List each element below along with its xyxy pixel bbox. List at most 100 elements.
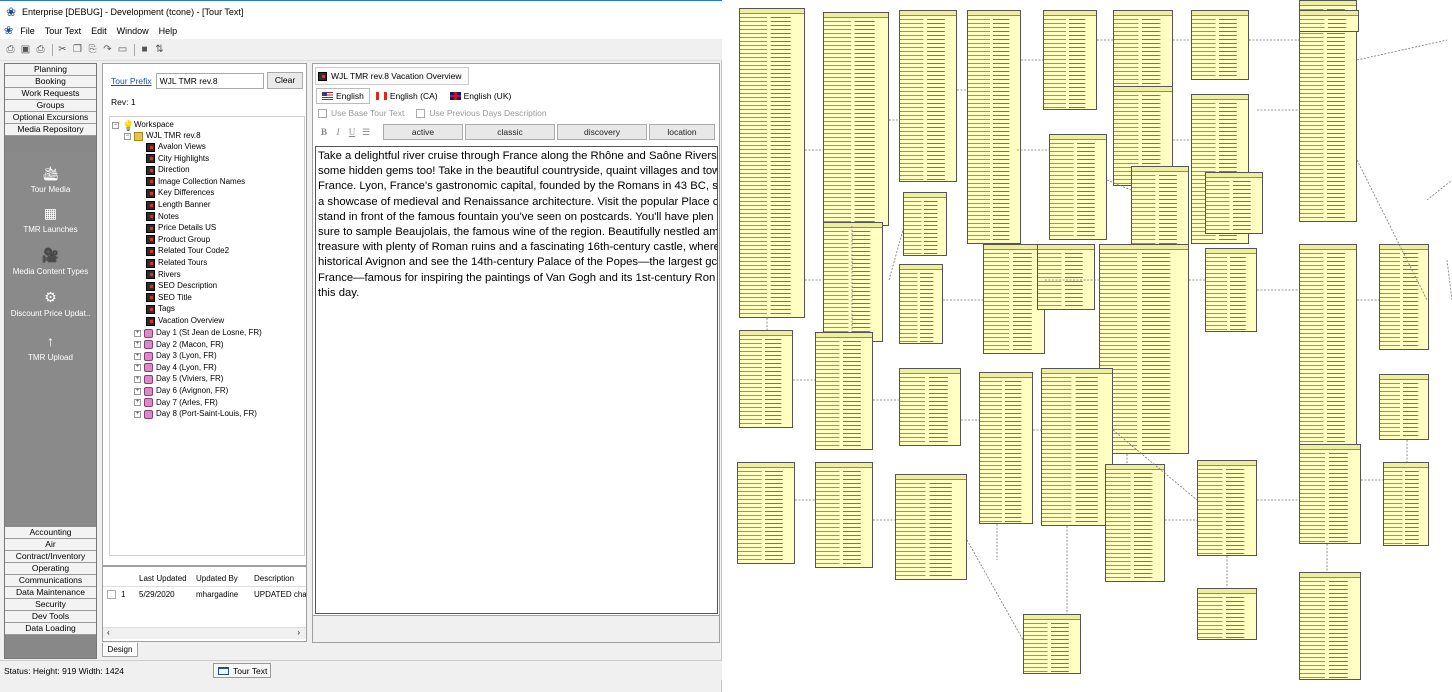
tool-tmr-upload[interactable]: ↑ TMR Upload xyxy=(5,332,96,362)
scroll-right-icon[interactable]: › xyxy=(297,628,300,637)
nav-media-repository[interactable]: Media Repository xyxy=(5,124,96,136)
tree-item[interactable]: Related Tours xyxy=(146,257,207,269)
expand-icon[interactable]: + xyxy=(134,399,141,407)
tab-design[interactable]: Design xyxy=(102,643,138,657)
row-checkbox[interactable] xyxy=(107,590,120,600)
document-icon xyxy=(146,235,155,245)
tab-english[interactable]: English xyxy=(316,88,370,104)
nav-work-requests[interactable]: Work Requests xyxy=(5,88,96,100)
expand-icon[interactable]: + xyxy=(134,410,141,418)
tree-item[interactable]: Vacation Overview xyxy=(146,315,224,327)
print-icon[interactable]: ⎙ xyxy=(34,43,47,56)
nav-air[interactable]: Air xyxy=(5,539,96,551)
bullet-list-icon[interactable]: ☰ xyxy=(359,127,373,138)
document-tab[interactable]: WJL TMR rev.8 Vacation Overview xyxy=(315,67,469,85)
use-base-tour-text-checkbox[interactable]: Use Base Tour Text xyxy=(318,108,404,119)
tree-item[interactable]: Direction xyxy=(146,164,190,176)
nav-planning[interactable]: Planning xyxy=(5,64,96,76)
tour-prefix-link[interactable]: Tour Prefix xyxy=(111,76,152,86)
bold-icon[interactable]: B xyxy=(317,127,331,137)
tree-day-item[interactable]: + Day 2 (Macon, FR) xyxy=(134,339,224,351)
col-updated-by[interactable]: Updated By xyxy=(196,574,238,583)
task-tour-text-button[interactable]: Tour Text xyxy=(213,663,271,678)
copy-icon[interactable]: ❐ xyxy=(71,43,84,56)
printer-icon[interactable]: ⎙ xyxy=(4,43,17,56)
clear-button[interactable]: Clear xyxy=(267,72,303,89)
nav-operating[interactable]: Operating xyxy=(5,563,96,575)
nav-groups[interactable]: Groups xyxy=(5,100,96,112)
style-classic-button[interactable]: classic xyxy=(465,124,555,140)
menu-edit[interactable]: Edit xyxy=(86,26,112,36)
tree-day-item[interactable]: + Day 8 (Port-Saint-Louis, FR) xyxy=(134,408,257,420)
tree-item[interactable]: SEO Title xyxy=(146,292,192,304)
expand-icon[interactable]: + xyxy=(134,364,141,372)
tool-media-content-types[interactable]: 🎥 Media Content Types xyxy=(5,246,96,276)
tree-item[interactable]: Related Tour Code2 xyxy=(146,245,229,257)
menu-window[interactable]: Window xyxy=(112,26,154,36)
tree-label: Direction xyxy=(158,165,190,175)
menu-help[interactable]: Help xyxy=(154,26,183,36)
tree-day-item[interactable]: + Day 6 (Avignon, FR) xyxy=(134,385,228,397)
paste-icon[interactable]: ⎘ xyxy=(86,43,99,56)
tab-english-uk[interactable]: English (UK) xyxy=(444,88,518,104)
style-active-button[interactable]: active xyxy=(383,124,463,140)
tree-item[interactable]: Image Collection Names xyxy=(146,176,245,188)
redo-icon[interactable]: ↷ xyxy=(101,43,114,56)
menu-tour-text[interactable]: Tour Text xyxy=(40,26,86,36)
tool-tmr-launches[interactable]: ▦ TMR Launches xyxy=(5,204,96,234)
tree-item[interactable]: Price Details US xyxy=(146,222,216,234)
use-previous-days-checkbox[interactable]: Use Previous Days Description xyxy=(416,108,547,119)
tree-day-item[interactable]: + Day 5 (Viviers, FR) xyxy=(134,373,223,385)
underline-icon[interactable]: U xyxy=(345,127,359,137)
collapse-icon[interactable]: − xyxy=(112,121,119,129)
cut-icon[interactable]: ✂ xyxy=(56,43,69,56)
tool-discount-price-update[interactable]: ⚙ Discount Price Updat.. xyxy=(5,288,96,318)
tree-item[interactable]: Product Group xyxy=(146,234,210,246)
tool-tour-media[interactable]: 🛳 Tour Media xyxy=(5,164,96,194)
expand-icon[interactable]: + xyxy=(134,329,141,337)
tree-day-item[interactable]: + Day 4 (Lyon, FR) xyxy=(134,362,217,374)
tree-day-item[interactable]: + Day 3 (Lyon, FR) xyxy=(134,350,217,362)
scroll-left-icon[interactable]: ‹ xyxy=(107,628,110,637)
nav-security[interactable]: Security xyxy=(5,599,96,611)
expand-icon[interactable]: + xyxy=(134,341,141,349)
tree-item[interactable]: Length Banner xyxy=(146,199,211,211)
nav-dev-tools[interactable]: Dev Tools xyxy=(5,611,96,623)
horizontal-scrollbar[interactable]: ‹ › xyxy=(103,627,306,639)
screen-icon[interactable]: ▭ xyxy=(116,43,129,56)
italic-icon[interactable]: I xyxy=(331,127,345,137)
tree-day-item[interactable]: + Day 1 (St Jean de Losne, FR) xyxy=(134,327,262,339)
nav-accounting[interactable]: Accounting xyxy=(5,527,96,539)
style-location-button[interactable]: location xyxy=(649,124,715,140)
tree-item[interactable]: Tags xyxy=(146,303,175,315)
nav-data-loading[interactable]: Data Loading xyxy=(5,623,96,635)
collapse-icon[interactable]: − xyxy=(124,132,131,140)
nav-booking[interactable]: Booking xyxy=(5,76,96,88)
nav-optional-excursions[interactable]: Optional Excursions xyxy=(5,112,96,124)
tab-english-ca[interactable]: English (CA) xyxy=(370,88,444,104)
expand-icon[interactable]: + xyxy=(134,375,141,383)
sort-icon[interactable]: ⇅ xyxy=(153,43,166,56)
tree-day-item[interactable]: + Day 7 (Arles, FR) xyxy=(134,397,218,409)
folder-icon xyxy=(134,131,143,141)
nav-data-maintenance[interactable]: Data Maintenance xyxy=(5,587,96,599)
tree-item[interactable]: Avalon Views xyxy=(146,141,206,153)
expand-icon[interactable]: + xyxy=(134,387,141,395)
tree-item[interactable]: Notes xyxy=(146,211,179,223)
style-discovery-button[interactable]: discovery xyxy=(557,124,647,140)
preview-icon[interactable]: ▣ xyxy=(19,43,32,56)
save-icon[interactable]: ■ xyxy=(138,43,151,56)
nav-contract-inventory[interactable]: Contract/Inventory xyxy=(5,551,96,563)
mdi-logo-icon[interactable]: ❀ xyxy=(4,24,13,37)
col-last-updated[interactable]: Last Updated xyxy=(139,574,187,583)
tree-item[interactable]: Rivers xyxy=(146,269,181,281)
expand-icon[interactable]: + xyxy=(134,352,141,360)
menu-file[interactable]: File xyxy=(15,26,40,36)
col-description[interactable]: Description xyxy=(254,574,306,583)
overview-text-editor[interactable]: Take a delightful river cruise through F… xyxy=(315,146,718,614)
tree-item[interactable]: City Highlights xyxy=(146,153,209,165)
nav-communications[interactable]: Communications xyxy=(5,575,96,587)
tree-item[interactable]: SEO Description xyxy=(146,280,217,292)
tree-item[interactable]: Key Differences xyxy=(146,187,214,199)
tour-prefix-input[interactable]: WJL TMR rev.8 xyxy=(155,73,264,89)
